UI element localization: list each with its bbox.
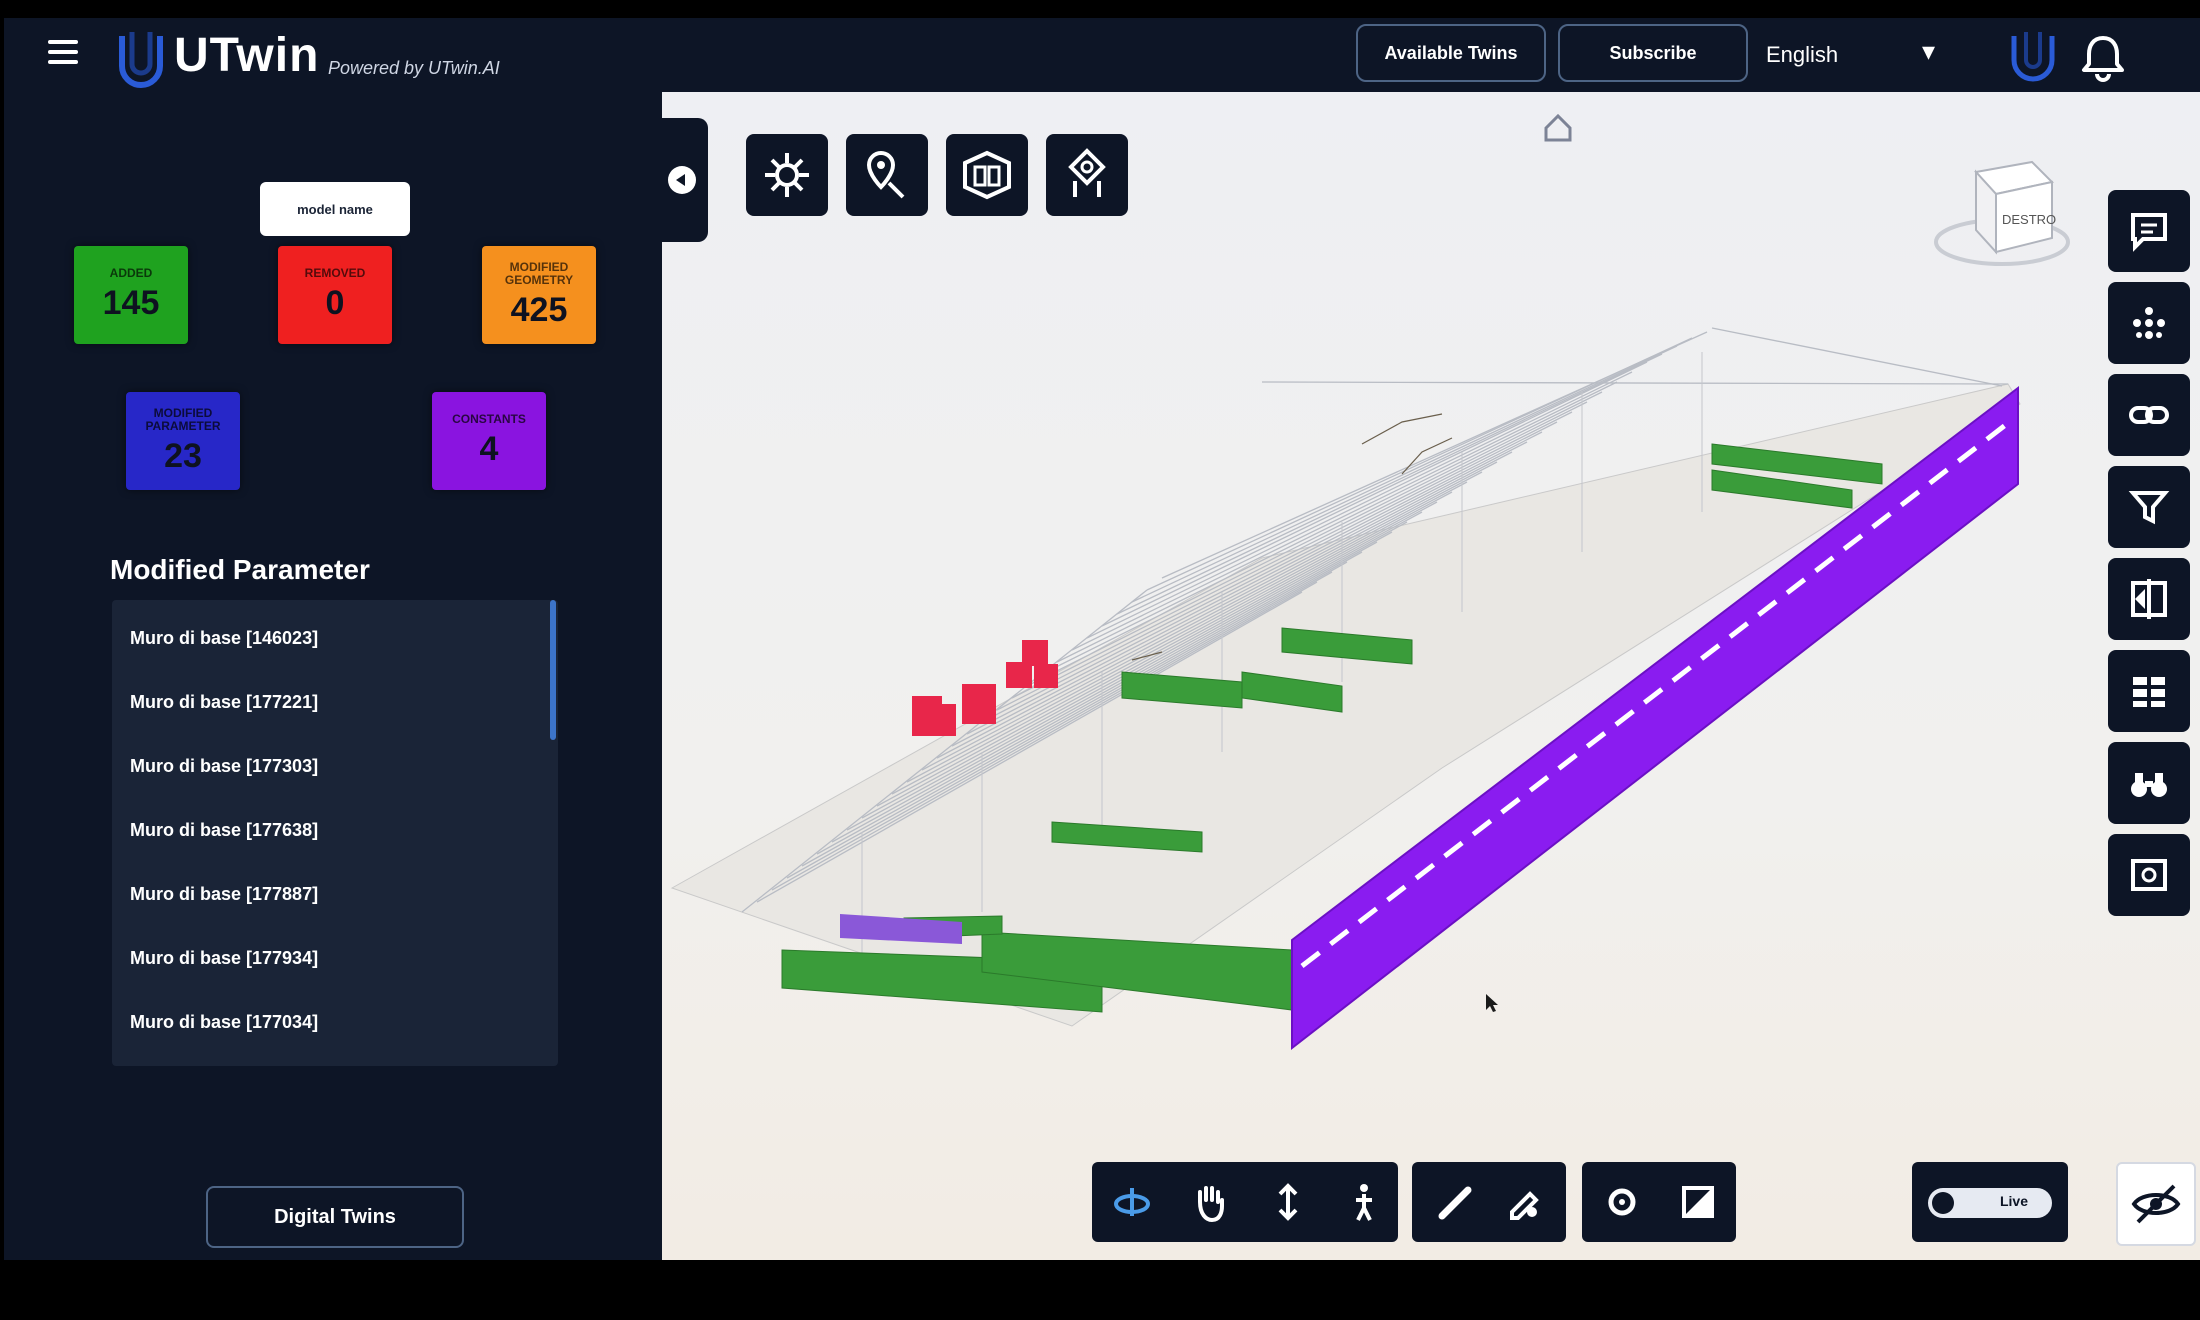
measure-button[interactable] (1434, 1180, 1478, 1224)
screenshot-button[interactable] (2108, 834, 2190, 916)
measure-icon (1438, 1186, 1472, 1220)
compass-icon (1068, 148, 1106, 197)
list-item[interactable]: Muro di base [146023] (130, 628, 318, 649)
table-button[interactable] (2108, 650, 2190, 732)
eye-off-icon (2131, 1184, 2181, 1224)
stat-value: 425 (510, 290, 568, 329)
pan-icon (1198, 1186, 1224, 1223)
list-item[interactable]: Muro di base [177638] (130, 820, 318, 841)
notification-bell-icon[interactable] (2080, 32, 2126, 82)
chevron-down-icon[interactable]: ▾ (1922, 36, 1935, 67)
stat-label: MODIFIED PARAMETER (145, 405, 221, 433)
orbit-button[interactable] (1112, 1180, 1156, 1224)
brand-name: UTwin (174, 29, 320, 82)
binoculars-icon (2131, 773, 2167, 797)
list-item[interactable]: Muro di base [177887] (130, 884, 318, 905)
language-select[interactable]: English (1766, 42, 1838, 68)
measure-toolbar (1412, 1162, 1566, 1242)
live-toggle[interactable]: Live (1928, 1188, 2052, 1218)
map-pin-icon (866, 150, 905, 199)
zoom-icon (1278, 1183, 1298, 1221)
section-toolbar (1582, 1162, 1736, 1242)
stat-label: MODIFIED GEOMETRY (504, 259, 574, 287)
stat-value: 145 (102, 284, 160, 322)
list-item[interactable]: Muro di base [177034] (130, 1012, 318, 1033)
stat-value: 0 (325, 284, 345, 322)
walk-icon (1356, 1184, 1372, 1221)
view-cube[interactable]: DESTRO (1932, 142, 2072, 272)
mouse-cursor-icon (1486, 994, 1498, 1012)
live-toggle-container: Live (1912, 1162, 2068, 1242)
comment-button[interactable] (2108, 190, 2190, 272)
stat-label: ADDED (109, 266, 153, 280)
home-icon[interactable] (1542, 112, 1574, 142)
zoom-button[interactable] (1266, 1180, 1310, 1224)
walk-button[interactable] (1342, 1180, 1386, 1224)
model-view-button[interactable] (946, 134, 1028, 216)
section-box-button[interactable] (1676, 1180, 1720, 1224)
stat-value: 4 (479, 430, 499, 468)
toggle-label: Live (1999, 1193, 2028, 1209)
digital-twins-button[interactable]: Digital Twins (206, 1186, 464, 1248)
pan-button[interactable] (1188, 1180, 1232, 1224)
utwin-small-logo-icon (2011, 32, 2055, 82)
table-icon (2133, 677, 2165, 707)
markup-button[interactable] (1502, 1180, 1546, 1224)
list-item[interactable]: Muro di base [177303] (130, 756, 318, 777)
stat-modified-parameter[interactable]: MODIFIED PARAMETER 23 (126, 392, 240, 490)
powered-by-text: Powered by UTwin.AI (328, 58, 500, 78)
filter-button[interactable] (2108, 466, 2190, 548)
screenshot-icon (2131, 859, 2167, 891)
binoculars-button[interactable] (2108, 742, 2190, 824)
stat-label: REMOVED (304, 266, 366, 280)
hide-elements-button[interactable] (2116, 1162, 2196, 1246)
dots-grid-button[interactable] (2108, 282, 2190, 364)
section-box-icon (1682, 1186, 1714, 1218)
list-scrollbar[interactable] (550, 600, 556, 740)
top-bar: UTwin Powered by UTwin.AI Available Twin… (4, 18, 2200, 92)
list-item[interactable]: Muro di base [177934] (130, 948, 318, 969)
app-window: UTwin Powered by UTwin.AI Available Twin… (4, 18, 2200, 1260)
section-plane-button[interactable] (1600, 1180, 1644, 1224)
stat-modified-geometry[interactable]: MODIFIED GEOMETRY 425 (482, 246, 596, 344)
hamburger-menu-icon[interactable] (48, 40, 88, 70)
list-item[interactable]: Muro di base [177221] (130, 692, 318, 713)
map-pin-button[interactable] (846, 134, 928, 216)
sidebar: model name ADDED 145 REMOVED 0 MODIFIED … (4, 92, 662, 1260)
available-twins-button[interactable]: Available Twins (1356, 24, 1546, 82)
markup-icon (1510, 1191, 1539, 1220)
compass-button[interactable] (1046, 134, 1128, 216)
network-settings-icon (765, 153, 809, 197)
stat-constants[interactable]: CONSTANTS 4 (432, 392, 546, 490)
stat-label: CONSTANTS (452, 412, 526, 426)
view-cube-label: DESTRO (2002, 212, 2056, 227)
subscribe-button[interactable]: Subscribe (1558, 24, 1748, 82)
3d-viewer[interactable]: DESTRO Live (662, 92, 2200, 1260)
filter-icon (2128, 491, 2170, 525)
section-plane-icon (1608, 1188, 1636, 1216)
orbit-icon (1114, 1188, 1150, 1216)
link-icon (2129, 406, 2169, 424)
stat-added[interactable]: ADDED 145 (74, 246, 188, 344)
stat-removed[interactable]: REMOVED 0 (278, 246, 392, 344)
dots-grid-icon (2133, 307, 2165, 339)
collapse-sidebar-button[interactable] (662, 118, 708, 242)
chevron-left-icon (668, 166, 696, 194)
stat-value: 23 (164, 436, 202, 475)
model-view-icon (963, 150, 1011, 200)
compare-button[interactable] (2108, 558, 2190, 640)
comment-icon (2131, 213, 2167, 252)
section-title: Modified Parameter (110, 554, 370, 585)
model-name-chip[interactable]: model name (260, 182, 410, 236)
compare-icon (2131, 579, 2167, 619)
network-settings-button[interactable] (746, 134, 828, 216)
modified-parameter-list[interactable]: Muro di base [146023] Muro di base [1772… (112, 600, 558, 1066)
navigation-toolbar (1092, 1162, 1398, 1242)
toggle-knob (1932, 1192, 1954, 1214)
link-button[interactable] (2108, 374, 2190, 456)
utwin-logo-icon (119, 32, 163, 88)
